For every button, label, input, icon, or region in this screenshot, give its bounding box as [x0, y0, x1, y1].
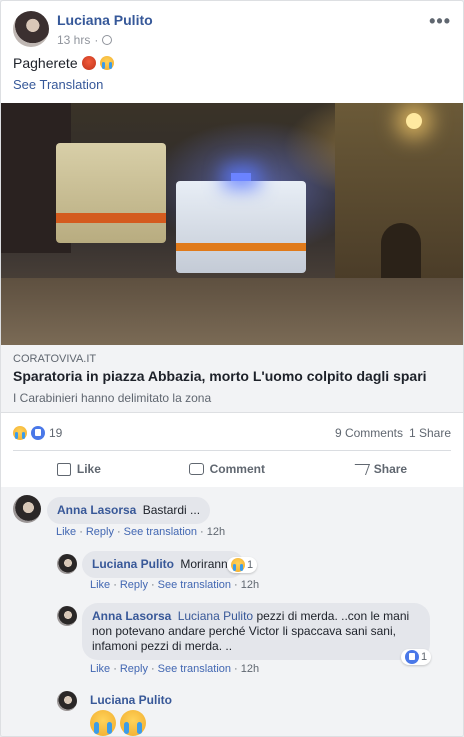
- post-card: Luciana Pulito 13 hrs · ••• Pagherete Se…: [0, 0, 464, 737]
- comment-time[interactable]: 12h: [241, 663, 259, 675]
- post-text: Pagherete: [13, 55, 114, 71]
- comments-count[interactable]: 9 Comments: [335, 426, 403, 440]
- post-actions: Like Comment Share: [13, 454, 451, 484]
- more-options-icon[interactable]: •••: [429, 11, 451, 32]
- engagement-counts: 9 Comments 1 Share: [335, 426, 451, 440]
- comment-translate-link[interactable]: See translation: [158, 663, 231, 675]
- shares-count[interactable]: 1 Share: [409, 426, 451, 440]
- piazza-ground: [1, 278, 463, 345]
- comments-section: Anna Lasorsa Bastardi ... Like · Reply ·…: [1, 487, 463, 736]
- like-reaction-icon: [405, 650, 419, 664]
- comment-like-link[interactable]: Like: [90, 663, 110, 675]
- comment-translate-link[interactable]: See translation: [124, 526, 197, 538]
- comment-like-link[interactable]: Like: [56, 526, 76, 538]
- link-domain: CORATOVIVA.IT: [13, 353, 97, 365]
- comment-author[interactable]: Luciana Pulito: [92, 557, 174, 571]
- post-header: Luciana Pulito 13 hrs · •••: [13, 11, 451, 51]
- comment-text: Bastardi ...: [142, 503, 201, 517]
- post-author[interactable]: Luciana Pulito: [57, 12, 153, 28]
- commenter-avatar[interactable]: [57, 691, 77, 711]
- crying-emoji-icon: [99, 56, 114, 70]
- see-translation-link[interactable]: See Translation: [13, 77, 103, 92]
- comment-bubble: Anna Lasorsa Luciana Pulito pezzi di mer…: [82, 603, 430, 660]
- comment-reaction-badge[interactable]: 1: [401, 649, 432, 665]
- post-time[interactable]: 13 hrs: [57, 33, 90, 47]
- like-label: Like: [76, 462, 101, 476]
- ambulance-right: [176, 181, 306, 273]
- share-label: Share: [373, 462, 408, 476]
- comment-time[interactable]: 12h: [241, 579, 259, 591]
- reply: Luciana Pulito Moriranno 1 Like · Reply …: [57, 549, 453, 593]
- link-preview-image[interactable]: [1, 103, 463, 345]
- comment-reply-link[interactable]: Reply: [120, 579, 148, 591]
- post-text-content: Pagherete: [13, 55, 78, 71]
- commenter-avatar[interactable]: [57, 606, 77, 626]
- commenter-avatar[interactable]: [13, 495, 41, 523]
- comment-reaction-badge[interactable]: 1: [227, 557, 258, 573]
- reaction-summary[interactable]: 19: [13, 426, 62, 440]
- link-preview-info[interactable]: CORATOVIVA.IT Sparatoria in piazza Abbaz…: [1, 345, 463, 413]
- arched-door: [381, 223, 421, 283]
- comment-actions: Like · Reply · See translation · 12h: [56, 526, 226, 538]
- reaction-count[interactable]: 19: [49, 426, 62, 440]
- crying-emoji-icon: [120, 710, 146, 736]
- globe-icon: [102, 35, 113, 45]
- like-button[interactable]: Like: [56, 462, 101, 476]
- link-title[interactable]: Sparatoria in piazza Abbazia, morto L'uo…: [13, 368, 427, 384]
- comment-author[interactable]: Luciana Pulito: [90, 693, 172, 707]
- divider: [13, 450, 451, 451]
- emoji-comment: [90, 710, 146, 736]
- comment-actions: Like · Reply · See translation · 12h: [90, 663, 260, 675]
- comment-time[interactable]: 12h: [207, 526, 225, 538]
- angry-emoji-icon: [81, 56, 96, 70]
- crying-emoji-icon: [231, 558, 245, 572]
- reply: Luciana Pulito: [57, 687, 453, 736]
- comment-reply-link[interactable]: Reply: [120, 663, 148, 675]
- sad-reaction-icon: [13, 426, 27, 440]
- comment: Anna Lasorsa Bastardi ... Like · Reply ·…: [13, 495, 453, 543]
- comment-translate-link[interactable]: See translation: [158, 579, 231, 591]
- like-reaction-icon: [31, 426, 45, 440]
- post-meta: 13 hrs ·: [57, 33, 113, 47]
- emergency-light: [231, 173, 251, 181]
- share-arrow-icon: [350, 463, 370, 475]
- comment-bubble: Luciana Pulito Moriranno: [82, 551, 245, 578]
- reactions-bar: 19 9 Comments 1 Share: [13, 425, 451, 443]
- comment-icon: [188, 463, 204, 475]
- commenter-avatar[interactable]: [57, 554, 77, 574]
- crying-emoji-icon: [90, 710, 116, 736]
- ambulance-left-stripe: [56, 213, 166, 223]
- comment-reply-link[interactable]: Reply: [86, 526, 114, 538]
- street-lamp: [406, 113, 422, 129]
- comment-button[interactable]: Comment: [188, 462, 265, 476]
- author-avatar[interactable]: [13, 11, 49, 47]
- comment-mention[interactable]: Luciana Pulito: [178, 609, 253, 623]
- share-button[interactable]: Share: [350, 462, 408, 476]
- comment-author[interactable]: Anna Lasorsa: [92, 609, 171, 623]
- link-description: I Carabinieri hanno delimitato la zona: [13, 391, 212, 405]
- ambulance-right-stripe: [176, 243, 306, 251]
- comment-actions: Like · Reply · See translation · 12h: [90, 579, 260, 591]
- ambulance-left: [56, 143, 166, 243]
- comment-label: Comment: [209, 462, 265, 476]
- reply: Anna Lasorsa Luciana Pulito pezzi di mer…: [57, 601, 453, 677]
- comment-bubble: Anna Lasorsa Bastardi ...: [47, 497, 211, 524]
- comment-like-link[interactable]: Like: [90, 579, 110, 591]
- comment-author-line: Luciana Pulito: [90, 693, 175, 707]
- comment-author[interactable]: Anna Lasorsa: [57, 503, 136, 517]
- thumbs-up-icon: [56, 462, 71, 476]
